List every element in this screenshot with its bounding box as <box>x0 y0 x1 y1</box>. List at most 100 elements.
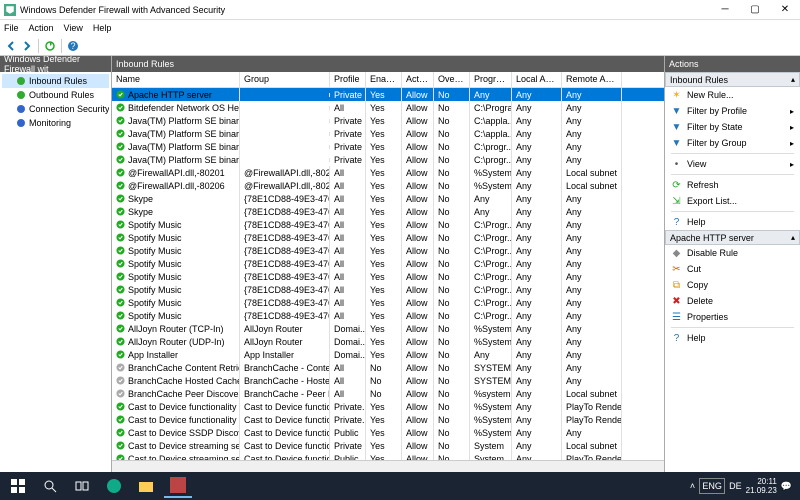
rule-row[interactable]: Spotify Music{78E1CD88-49E3-476E-B926-..… <box>112 257 664 270</box>
rule-status-icon <box>116 233 125 242</box>
start-button[interactable] <box>4 474 32 498</box>
rule-row[interactable]: Spotify Music{78E1CD88-49E3-476E-B926-..… <box>112 218 664 231</box>
rule-row[interactable]: Spotify Music{78E1CD88-49E3-476E-B926-..… <box>112 309 664 322</box>
maximize-button[interactable]: ▢ <box>740 0 770 20</box>
action-item[interactable]: ◆Disable Rule <box>665 245 800 261</box>
rule-status-icon <box>116 402 125 411</box>
taskbar-app-explorer[interactable] <box>132 474 160 498</box>
close-button[interactable]: ✕ <box>770 0 800 20</box>
rule-row[interactable]: BranchCache Content Retrieval (HTTP...Br… <box>112 361 664 374</box>
toolbar-separator <box>38 39 39 53</box>
rule-row[interactable]: Java(TM) Platform SE binaryPrivateYesAll… <box>112 114 664 127</box>
rule-row[interactable]: AllJoyn Router (TCP-In)AllJoyn RouterDom… <box>112 322 664 335</box>
rule-row[interactable]: Spotify Music{78E1CD88-49E3-476E-B926-..… <box>112 231 664 244</box>
rule-row[interactable]: @FirewallAPI.dll,-80201@FirewallAPI.dll,… <box>112 166 664 179</box>
rule-row[interactable]: Cast to Device streaming server (HTTP-St… <box>112 439 664 452</box>
rule-row[interactable]: Spotify Music{78E1CD88-49E3-476E-B926-..… <box>112 270 664 283</box>
collapse-icon: ▴ <box>791 233 795 242</box>
action-separator <box>671 153 794 154</box>
rule-status-icon <box>116 285 125 294</box>
actions-section2-header[interactable]: Apache HTTP server▴ <box>665 230 800 245</box>
notifications-icon[interactable]: 💬 <box>781 481 792 492</box>
menu-view[interactable]: View <box>64 23 83 33</box>
main-area: Windows Defender Firewall wit Inbound Ru… <box>0 56 800 472</box>
action-item[interactable]: ▼Filter by Group▸ <box>665 135 800 151</box>
action-item[interactable]: ▼Filter by State▸ <box>665 119 800 135</box>
search-button[interactable] <box>36 474 64 498</box>
forward-icon[interactable] <box>20 39 34 53</box>
toolbar-help-icon[interactable]: ? <box>66 39 80 53</box>
horizontal-scrollbar[interactable] <box>112 460 664 472</box>
taskbar-app-firewall[interactable] <box>164 474 192 498</box>
tree-item[interactable]: Outbound Rules <box>2 88 109 102</box>
rule-row[interactable]: @FirewallAPI.dll,-80206@FirewallAPI.dll,… <box>112 179 664 192</box>
action-label: Copy <box>687 280 794 290</box>
action-item[interactable]: ?Help <box>665 214 800 230</box>
rule-row[interactable]: App InstallerApp InstallerDomai...YesAll… <box>112 348 664 361</box>
col-local[interactable]: Local Address <box>512 72 562 87</box>
rule-row[interactable]: Java(TM) Platform SE binaryPrivateYesAll… <box>112 127 664 140</box>
rule-row[interactable]: Skype{78E1CD88-49E3-476E-B926-...AllYesA… <box>112 205 664 218</box>
taskbar-app-edge[interactable] <box>100 474 128 498</box>
col-override[interactable]: Override <box>434 72 470 87</box>
action-item[interactable]: ☰Properties <box>665 309 800 325</box>
tree-item-icon <box>16 90 26 100</box>
rule-row[interactable]: Bitdefender Network OS Helper ProcessAll… <box>112 101 664 114</box>
rule-row[interactable]: Cast to Device functionality (qWave-UDP.… <box>112 413 664 426</box>
action-item[interactable]: •View▸ <box>665 156 800 172</box>
rule-row[interactable]: Cast to Device functionality (qWave-TCP.… <box>112 400 664 413</box>
action-item[interactable]: ▼Filter by Profile▸ <box>665 103 800 119</box>
disable-icon: ◆ <box>671 248 682 259</box>
back-icon[interactable] <box>4 39 18 53</box>
tray-chevron-icon[interactable]: ˄ <box>690 481 695 491</box>
tree-item[interactable]: Connection Security Rules <box>2 102 109 116</box>
col-group[interactable]: Group <box>240 72 330 87</box>
rule-row[interactable]: Java(TM) Platform SE binaryPrivateYesAll… <box>112 153 664 166</box>
keyboard-layout[interactable]: DE <box>729 481 742 491</box>
rule-row[interactable]: Spotify Music{78E1CD88-49E3-476E-B926-..… <box>112 283 664 296</box>
col-name[interactable]: Name <box>112 72 240 87</box>
refresh-icon[interactable] <box>43 39 57 53</box>
action-item[interactable]: ⇲Export List... <box>665 193 800 209</box>
minimize-button[interactable]: ─ <box>710 0 740 20</box>
rule-row[interactable]: BranchCache Hosted Cache Server (HTTP...… <box>112 374 664 387</box>
filter-icon: ▼ <box>671 138 682 149</box>
rule-row[interactable]: AllJoyn Router (UDP-In)AllJoyn RouterDom… <box>112 335 664 348</box>
tree-item[interactable]: Monitoring <box>2 116 109 130</box>
rule-row[interactable]: Cast to Device streaming server (HTTP-St… <box>112 452 664 460</box>
action-item[interactable]: ✂Cut <box>665 261 800 277</box>
menu-file[interactable]: File <box>4 23 19 33</box>
col-action[interactable]: Action <box>402 72 434 87</box>
rule-row[interactable]: Spotify Music{78E1CD88-49E3-476E-B926-..… <box>112 296 664 309</box>
rule-row[interactable]: Apache HTTP serverPrivateYesAllowNoAnyAn… <box>112 88 664 101</box>
rules-header: Inbound Rules <box>112 56 664 72</box>
col-remote[interactable]: Remote Address <box>562 72 622 87</box>
actions-pane: Actions Inbound Rules▴ ✶New Rule...▼Filt… <box>665 56 800 472</box>
col-profile[interactable]: Profile <box>330 72 366 87</box>
taskview-button[interactable] <box>68 474 96 498</box>
col-program[interactable]: Program <box>470 72 512 87</box>
tree-item[interactable]: Inbound Rules <box>2 74 109 88</box>
rules-list[interactable]: Apache HTTP serverPrivateYesAllowNoAnyAn… <box>112 88 664 460</box>
action-item[interactable]: ✖Delete <box>665 293 800 309</box>
action-item[interactable]: ⟳Refresh <box>665 177 800 193</box>
rule-status-icon <box>116 194 125 203</box>
rule-row[interactable]: Skype{78E1CD88-49E3-476E-B926-...AllYesA… <box>112 192 664 205</box>
menu-action[interactable]: Action <box>29 23 54 33</box>
action-item[interactable]: ?Help <box>665 330 800 346</box>
action-item[interactable]: ⧉Copy <box>665 277 800 293</box>
tree-item-icon <box>16 76 26 86</box>
menu-help[interactable]: Help <box>93 23 112 33</box>
rule-row[interactable]: Cast to Device SSDP Discovery (UDP-In)Ca… <box>112 426 664 439</box>
col-enabled[interactable]: Enabled <box>366 72 402 87</box>
rule-row[interactable]: BranchCache Peer Discovery (WSD-In)Branc… <box>112 387 664 400</box>
language-indicator[interactable]: ENG <box>699 478 725 494</box>
action-item[interactable]: ✶New Rule... <box>665 87 800 103</box>
view-icon: • <box>671 159 682 170</box>
actions-section1-header[interactable]: Inbound Rules▴ <box>665 72 800 87</box>
rule-row[interactable]: Spotify Music{78E1CD88-49E3-476E-B926-..… <box>112 244 664 257</box>
action-label: Delete <box>687 296 794 306</box>
clock[interactable]: 20:11 21.09.23 <box>746 477 777 495</box>
rule-row[interactable]: Java(TM) Platform SE binaryPrivateYesAll… <box>112 140 664 153</box>
rule-status-icon <box>116 246 125 255</box>
